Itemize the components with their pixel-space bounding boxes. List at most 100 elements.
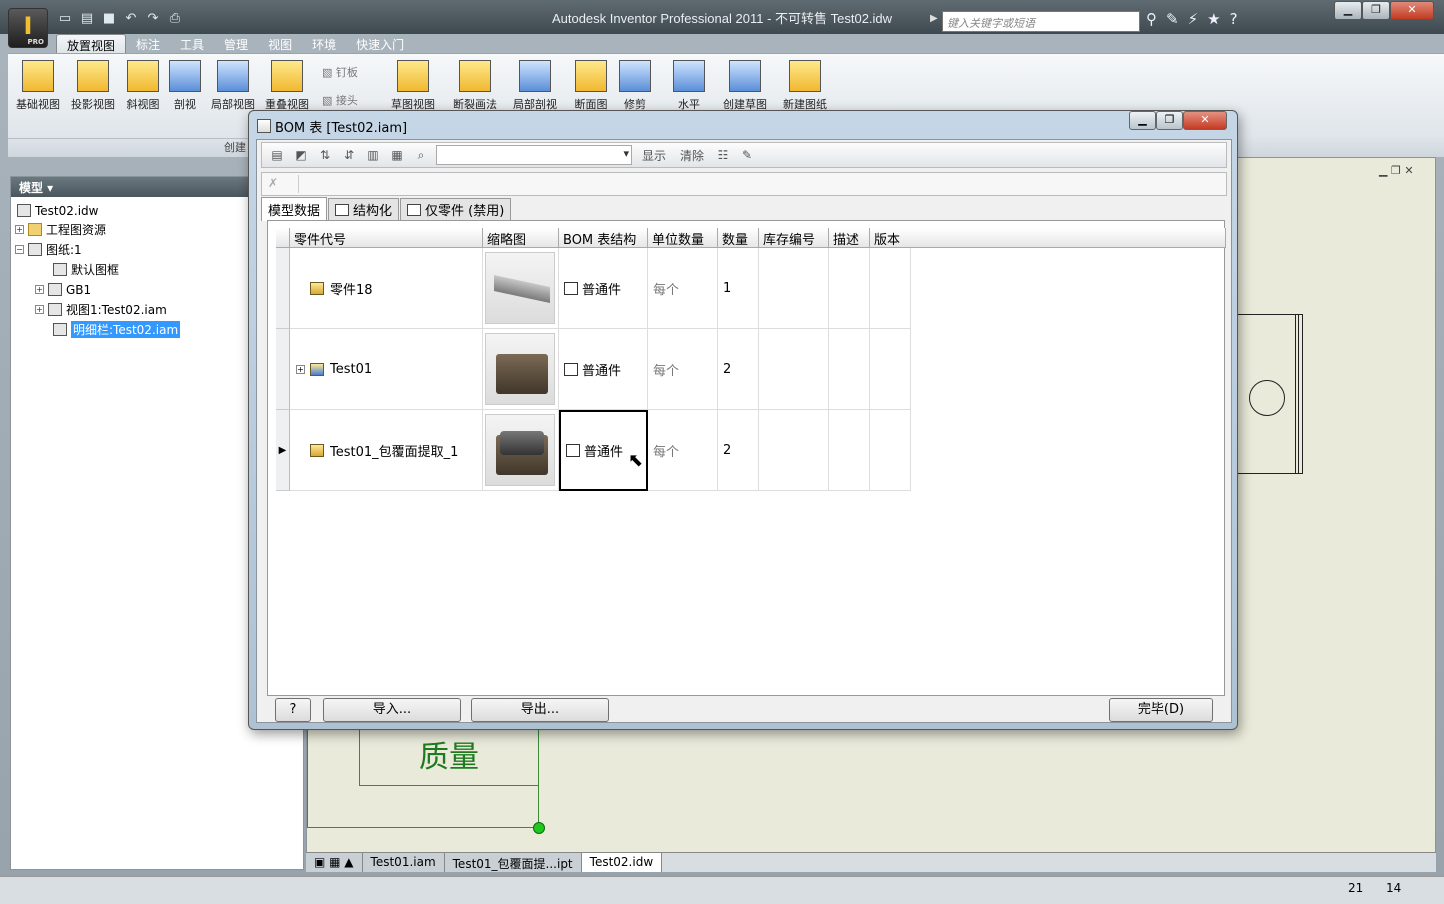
doc-tab-test01-ipt[interactable]: Test01_包覆面提...ipt <box>444 853 582 872</box>
choose-columns-icon[interactable]: ▥ <box>364 146 382 164</box>
joint-button[interactable]: ▧ 接头 <box>322 92 358 108</box>
new-sheet-button[interactable]: 新建图纸 <box>778 60 832 112</box>
column-header-part-number[interactable]: 零件代号 <box>290 228 483 248</box>
tab-place-views[interactable]: 放置视图 <box>56 34 127 54</box>
table-row-revision[interactable] <box>870 248 911 329</box>
column-header-revision[interactable]: 版本 <box>870 228 1226 248</box>
dialog-restore-button[interactable]: ❐ <box>1156 111 1183 130</box>
break-button[interactable]: 断裂画法 <box>448 60 502 112</box>
doc-tab-test01-iam[interactable]: Test01.iam <box>362 853 445 872</box>
tree-node-view1[interactable]: + 视图1:Test02.iam <box>35 300 167 319</box>
table-row-revision[interactable] <box>870 329 911 410</box>
table-row-structure[interactable]: 普通件 <box>559 248 648 329</box>
sort-asc-icon[interactable]: ⇅ <box>316 146 334 164</box>
create-sketch-button[interactable]: 创建草图 <box>718 60 772 112</box>
detail-view-button[interactable]: 局部视图 <box>206 60 260 112</box>
expand-icon[interactable]: + <box>296 364 305 374</box>
tree-node-drawing[interactable]: Test02.idw <box>17 201 98 220</box>
view-options-icon[interactable]: ▤ <box>268 146 286 164</box>
tab-parts-only[interactable]: 仅零件 (禁用) <box>400 198 512 220</box>
tab-manage[interactable]: 管理 <box>214 34 258 54</box>
eraser-icon[interactable]: ◩ <box>292 146 310 164</box>
table-row-unit[interactable]: 每个 <box>648 410 718 491</box>
table-row-qty[interactable]: 2 <box>718 329 759 410</box>
table-row-part[interactable]: Test01_包覆面提取_1 <box>290 410 483 491</box>
column-header-bom-structure[interactable]: BOM 表结构 <box>559 228 648 248</box>
open-icon[interactable]: ▤ <box>78 10 96 28</box>
draft-view-button[interactable]: 草图视图 <box>386 60 440 112</box>
settings-icon[interactable]: ✎ <box>738 146 756 164</box>
column-header-stock-number[interactable]: 库存编号 <box>759 228 829 248</box>
bom-structure-icon[interactable]: ☷ <box>714 146 732 164</box>
canvas-window-controls[interactable]: ▁ ❐ ✕ <box>1379 164 1414 177</box>
row-header-current[interactable]: ▶ <box>276 410 290 491</box>
tree-node-sheet[interactable]: − 图纸:1 <box>15 240 82 259</box>
collapse-icon[interactable]: − <box>15 245 24 254</box>
table-row-unit[interactable]: 每个 <box>648 329 718 410</box>
tab-environments[interactable]: 环境 <box>302 34 346 54</box>
print-icon[interactable]: ⎙ <box>166 10 184 28</box>
undo-icon[interactable]: ↶ <box>122 10 140 28</box>
new-icon[interactable]: ▭ <box>56 10 74 28</box>
done-button[interactable]: 完毕(D) <box>1109 698 1213 722</box>
table-row-part[interactable]: + Test01 <box>290 329 483 410</box>
restore-button[interactable]: ❐ <box>1362 1 1390 20</box>
formula-field[interactable] <box>298 175 1222 193</box>
renumber-icon[interactable]: ▦ <box>388 146 406 164</box>
expand-icon[interactable]: + <box>15 225 24 234</box>
tab-model-data[interactable]: 模型数据 <box>261 197 328 221</box>
tab-structured[interactable]: 结构化 <box>328 198 400 220</box>
table-row-qty[interactable]: 2 <box>718 410 759 491</box>
table-row-stock[interactable] <box>759 329 829 410</box>
row-header[interactable] <box>276 248 290 329</box>
tree-node-titleblock[interactable]: + GB1 <box>35 280 91 299</box>
export-button[interactable]: 导出... <box>471 698 609 722</box>
dialog-close-button[interactable]: ✕ <box>1183 111 1227 130</box>
expand-icon[interactable]: + <box>35 285 44 294</box>
grip-point-icon[interactable] <box>533 822 545 834</box>
column-header-qty[interactable]: 数量 <box>718 228 759 248</box>
search-expand-icon[interactable]: ▶ <box>930 13 938 24</box>
table-row-structure[interactable]: 普通件 <box>559 329 648 410</box>
tab-view[interactable]: 视图 <box>258 34 302 54</box>
import-button[interactable]: 导入... <box>323 698 461 722</box>
table-row-stock[interactable] <box>759 410 829 491</box>
formula-icon[interactable]: ✗ <box>268 176 278 190</box>
table-row-unit[interactable]: 每个 <box>648 248 718 329</box>
tab-get-started[interactable]: 快速入门 <box>346 34 414 54</box>
table-row-qty[interactable]: 1 <box>718 248 759 329</box>
table-row-stock[interactable] <box>759 248 829 329</box>
column-header-description[interactable]: 描述 <box>829 228 870 248</box>
expand-icon[interactable]: + <box>35 305 44 314</box>
row-header[interactable] <box>276 329 290 410</box>
table-row-part[interactable]: 零件18 <box>290 248 483 329</box>
help-icon[interactable]: ? <box>1230 10 1238 28</box>
filter-combo[interactable] <box>436 145 632 165</box>
table-row-desc[interactable] <box>829 410 870 491</box>
search-input[interactable]: 键入关键字或短语 <box>942 11 1140 32</box>
doc-tab-test02-idw[interactable]: Test02.idw <box>581 853 663 872</box>
overlay-view-button[interactable]: 重叠视图 <box>260 60 314 112</box>
wrench-icon[interactable]: ✎ <box>1166 10 1179 28</box>
filter-icon[interactable]: ⌕ <box>412 146 430 164</box>
slice-button[interactable]: ▧ 钉板 <box>322 64 358 80</box>
help-button[interactable]: ? <box>275 698 311 722</box>
save-icon[interactable]: ■ <box>100 10 118 28</box>
tab-annotate[interactable]: 标注 <box>126 34 170 54</box>
crop-button[interactable]: 修剪 <box>608 60 662 112</box>
dialog-minimize-button[interactable]: ▁ <box>1129 111 1156 130</box>
tree-node-resources[interactable]: + 工程图资源 <box>15 220 106 239</box>
table-row-desc[interactable] <box>829 329 870 410</box>
projected-view-button[interactable]: 投影视图 <box>66 60 120 112</box>
table-row-revision[interactable] <box>870 410 911 491</box>
star-icon[interactable]: ★ <box>1207 10 1220 28</box>
table-row-desc[interactable] <box>829 248 870 329</box>
base-view-button[interactable]: 基础视图 <box>11 60 65 112</box>
show-button[interactable]: 显示 <box>638 147 670 164</box>
tree-node-partslist[interactable]: 明细栏:Test02.iam <box>53 320 181 339</box>
tab-tools[interactable]: 工具 <box>170 34 214 54</box>
application-menu-button[interactable]: I PRO <box>8 8 48 48</box>
satellite-icon[interactable]: ⚡ <box>1188 10 1199 28</box>
redo-icon[interactable]: ↷ <box>144 10 162 28</box>
close-button[interactable]: ✕ <box>1390 1 1434 20</box>
